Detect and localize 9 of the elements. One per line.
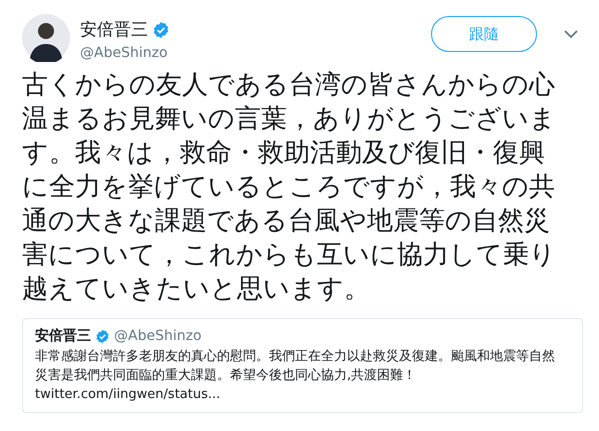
tweet-text: 古くからの友人である台湾の皆さんからの心温まるお見舞いの言葉，ありがとうございます。我々は，救命・救助活動及び復旧・復興に全力を挙げているところですが，我々の共通の大きな課題である台風や地震等の自然災害について，これからも互いに協力して乗り越えていきたいと思います。 [22,69,557,306]
quoted-tweet-text: 非常感謝台灣許多老朋友的真心的慰問。我們正在全力以赴救災及復建。颱風和地震等自然災害是我們共同面臨的重大課題。希望今後也同心協力,共渡困難！ [35,348,556,385]
author-name[interactable]: 安倍晋三 [80,18,148,41]
author-handle[interactable]: @AbeShinzo [80,45,421,61]
quoted-link[interactable]: twitter.com/iingwen/status... [35,385,570,404]
avatar[interactable] [22,14,70,62]
quoted-author-handle: @AbeShinzo [114,328,202,344]
quoted-tweet-card[interactable]: 安倍晋三 @AbeShinzo 非常感謝台灣許多老朋友的真心的慰問。我們正在全力以赴救災及復建。颱風和地震等自然災害是我們共同面臨的重大課題。希望今後也同心協力,共渡困難！ twitter.com/iingwen/status... [22,318,583,413]
quoted-author-name: 安倍晋三 [35,327,91,345]
